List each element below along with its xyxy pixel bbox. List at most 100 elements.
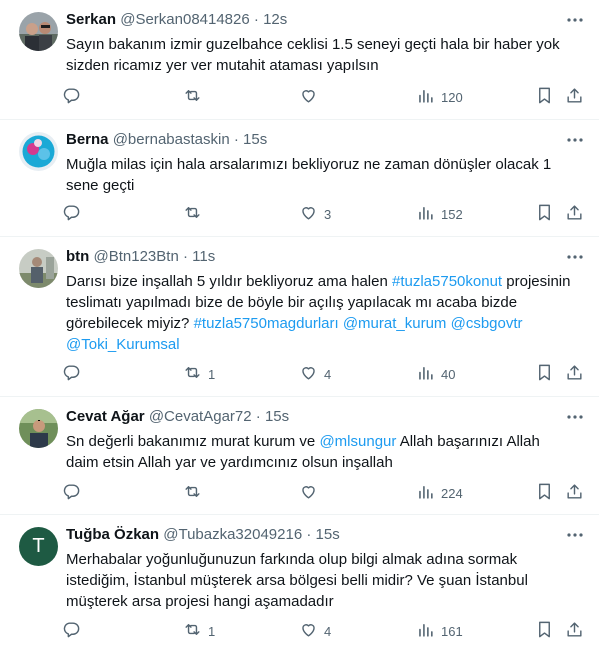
retweet-icon (183, 620, 202, 642)
display-name[interactable]: Tuğba Özkan (66, 526, 159, 543)
reply-button[interactable] (62, 620, 87, 642)
more-dots-icon[interactable] (565, 407, 585, 427)
bookmark-button[interactable] (535, 363, 554, 385)
timeline-feed: Serkan @Serkan08414826 · 12s Sayın bakan… (0, 0, 599, 661)
like-button[interactable] (299, 482, 324, 504)
handle[interactable]: @bernabastaskin (113, 131, 230, 148)
more-dots-icon[interactable] (565, 247, 585, 267)
share-icon (565, 363, 584, 385)
display-name[interactable]: btn (66, 248, 89, 265)
views-button[interactable]: 161 (416, 620, 463, 642)
views-chart-icon (416, 203, 435, 225)
like-count: 4 (324, 623, 332, 639)
tweet[interactable]: btn @Btn123Btn · 11s Darısı bize inşalla… (0, 237, 599, 397)
reply-icon (62, 86, 81, 108)
handle[interactable]: @Tubazka32049216 (163, 526, 302, 543)
views-button[interactable]: 120 (416, 86, 463, 108)
reply-button[interactable] (62, 203, 87, 225)
retweet-icon (183, 203, 202, 225)
display-name[interactable]: Berna (66, 131, 109, 148)
avatar[interactable] (19, 249, 58, 288)
tweet[interactable]: Berna @bernabastaskin · 15s Muğla milas … (0, 120, 599, 237)
avatar[interactable] (19, 409, 58, 448)
share-button[interactable] (565, 203, 584, 225)
bookmark-button[interactable] (535, 203, 554, 225)
bookmark-button[interactable] (535, 482, 554, 504)
separator-dot: · (255, 408, 261, 425)
timestamp[interactable]: 11s (192, 248, 215, 265)
tweet-text-segment: Sayın bakanım izmir guzelbahce ceklisi 1… (66, 36, 560, 74)
like-button[interactable]: 4 (299, 363, 331, 385)
action-bar: 224 (62, 482, 592, 504)
tweet-text: Merhabalar yoğunluğunuzun farkında olup … (66, 549, 576, 612)
more-dots-icon[interactable] (565, 130, 585, 150)
avatar[interactable]: T (19, 527, 58, 566)
share-button[interactable] (565, 620, 584, 642)
timestamp[interactable]: 12s (263, 11, 287, 28)
views-chart-icon (416, 86, 435, 108)
action-bar: 120 (62, 86, 592, 108)
tweet[interactable]: Serkan @Serkan08414826 · 12s Sayın bakan… (0, 0, 599, 120)
bookmark-button[interactable] (535, 86, 554, 108)
like-button[interactable] (299, 86, 324, 108)
like-button[interactable]: 3 (299, 203, 331, 225)
retweet-count: 1 (208, 623, 216, 639)
timestamp[interactable]: 15s (316, 526, 340, 543)
handle[interactable]: @Btn123Btn (94, 248, 179, 265)
tweet-text: Muğla milas için hala arsalarımızı bekli… (66, 154, 576, 196)
reply-button[interactable] (62, 482, 87, 504)
share-icon (565, 203, 584, 225)
timestamp[interactable]: 15s (243, 131, 267, 148)
avatar[interactable] (19, 12, 58, 51)
views-chart-icon (416, 620, 435, 642)
retweet-button[interactable] (183, 203, 208, 225)
share-icon (565, 482, 584, 504)
retweet-button[interactable]: 1 (183, 620, 215, 642)
timestamp[interactable]: 15s (265, 408, 289, 425)
tweet-header: Serkan @Serkan08414826 · 12s (66, 10, 287, 30)
mention-link[interactable]: @csbgovtr (451, 315, 523, 332)
retweet-icon (183, 363, 202, 385)
tweet[interactable]: T Tuğba Özkan @Tubazka32049216 · 15s Mer… (0, 515, 599, 661)
like-button[interactable]: 4 (299, 620, 331, 642)
mention-link[interactable]: @Toki_Kurumsal (66, 336, 180, 353)
views-chart-icon (416, 363, 435, 385)
bookmark-icon (535, 86, 554, 108)
avatar[interactable] (19, 132, 58, 171)
like-count: 3 (324, 206, 332, 222)
mention-link[interactable]: @murat_kurum (343, 315, 447, 332)
share-button[interactable] (565, 482, 584, 504)
reply-button[interactable] (62, 86, 87, 108)
tweet-header: btn @Btn123Btn · 11s (66, 247, 215, 267)
bookmark-button[interactable] (535, 620, 554, 642)
views-button[interactable]: 40 (416, 363, 455, 385)
share-button[interactable] (565, 363, 584, 385)
tweet-text-segment: Darısı bize inşallah 5 yıldır bekliyoruz… (66, 273, 392, 290)
tweet[interactable]: Cevat Ağar @CevatAgar72 · 15s Sn değerli… (0, 397, 599, 515)
more-dots-icon[interactable] (565, 10, 585, 30)
retweet-button[interactable]: 1 (183, 363, 215, 385)
tweet-text: Sayın bakanım izmir guzelbahce ceklisi 1… (66, 34, 576, 76)
more-dots-icon[interactable] (565, 525, 585, 545)
retweet-button[interactable] (183, 86, 208, 108)
hashtag-link[interactable]: #tuzla5750magdurları (194, 315, 339, 332)
reply-icon (62, 482, 81, 504)
tweet-text: Sn değerli bakanımız murat kurum ve @mls… (66, 431, 576, 473)
hashtag-link[interactable]: #tuzla5750konut (392, 273, 502, 290)
mention-link[interactable]: @mlsungur (319, 433, 396, 450)
reply-icon (62, 203, 81, 225)
handle[interactable]: @Serkan08414826 (120, 11, 250, 28)
share-button[interactable] (565, 86, 584, 108)
handle[interactable]: @CevatAgar72 (149, 408, 252, 425)
bookmark-icon (535, 363, 554, 385)
views-button[interactable]: 224 (416, 482, 463, 504)
reply-button[interactable] (62, 363, 87, 385)
views-button[interactable]: 152 (416, 203, 463, 225)
tweet-text-segment: Sn değerli bakanımız murat kurum ve (66, 433, 320, 450)
bookmark-icon (535, 620, 554, 642)
separator-dot: · (306, 526, 312, 543)
display-name[interactable]: Cevat Ağar (66, 408, 145, 425)
display-name[interactable]: Serkan (66, 11, 116, 28)
retweet-button[interactable] (183, 482, 208, 504)
views-count: 152 (441, 206, 463, 222)
